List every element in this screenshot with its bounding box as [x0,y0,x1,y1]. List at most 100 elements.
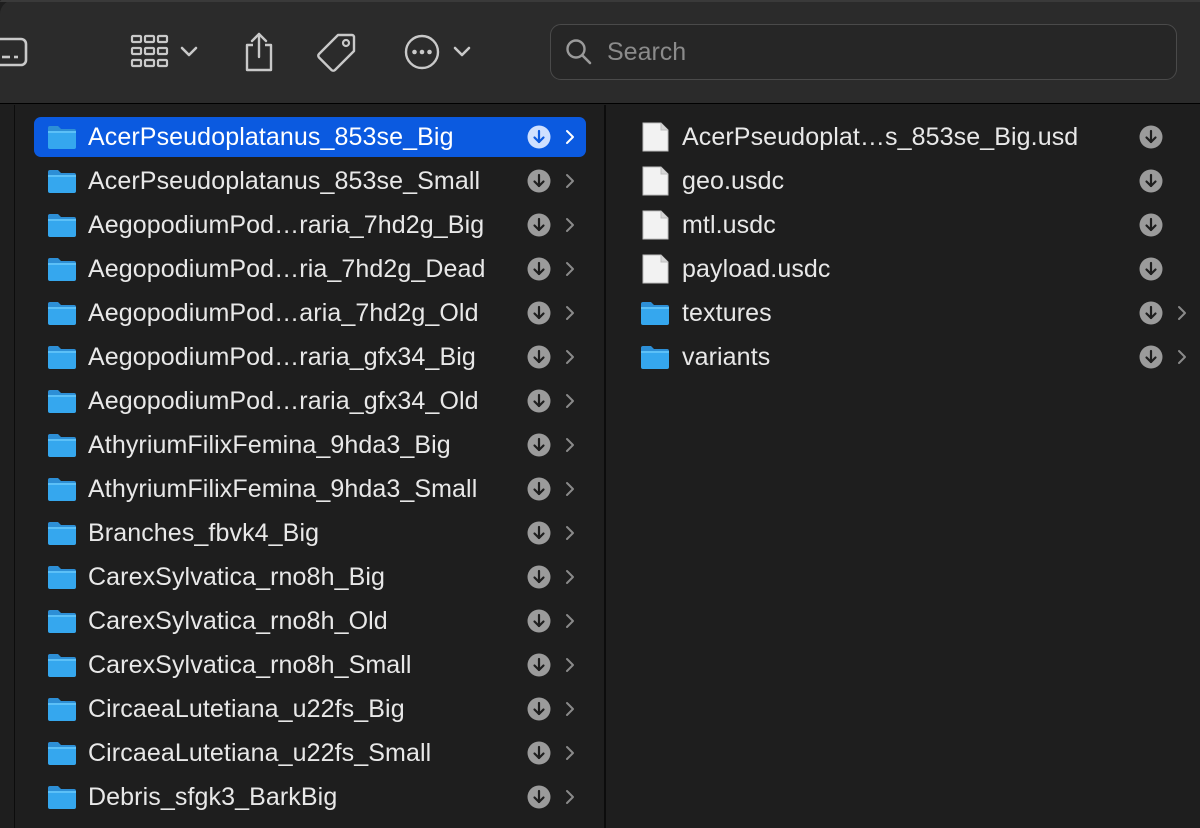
folder-icon [639,342,671,372]
download-icon[interactable] [526,608,552,634]
download-icon[interactable] [526,388,552,414]
search-input[interactable] [607,37,1147,67]
folder-icon [46,782,78,812]
folder-row[interactable]: variants [639,337,1200,377]
download-icon[interactable] [526,344,552,370]
file-row[interactable]: AcerPseudoplat…s_853se_Big.usd [639,117,1200,157]
folder-row[interactable]: AegopodiumPod…raria_gfx34_Old [34,381,586,421]
column-1: AcerPseudoplatanus_853se_Big AcerPseudopl… [0,105,606,828]
chevron-right-icon [560,388,580,414]
item-name: AegopodiumPod…ria_7hd2g_Dead [88,254,486,283]
document-icon [639,166,671,196]
item-name: AcerPseudoplat…s_853se_Big.usd [682,122,1079,151]
download-icon[interactable] [1138,212,1164,238]
folder-icon [46,694,78,724]
download-icon[interactable] [1138,168,1164,194]
item-name: AcerPseudoplatanus_853se_Big [88,122,454,151]
folder-icon [639,298,671,328]
chevron-right-icon [560,564,580,590]
folder-row[interactable]: AegopodiumPod…raria_7hd2g_Big [34,205,586,245]
folder-icon [46,474,78,504]
folder-icon [46,386,78,416]
download-icon[interactable] [526,168,552,194]
download-icon[interactable] [526,300,552,326]
item-name: Branches_fbvk4_Big [88,518,320,547]
chevron-right-icon [560,608,580,634]
item-name: AegopodiumPod…raria_gfx34_Old [88,386,479,415]
item-name: AegopodiumPod…aria_7hd2g_Old [88,298,479,327]
folder-icon [46,254,78,284]
folder-row[interactable]: AegopodiumPod…ria_7hd2g_Dead [34,249,586,289]
chevron-right-icon [560,696,580,722]
folder-icon [46,342,78,372]
folder-row[interactable]: CarexSylvatica_rno8h_Small [34,645,586,685]
folder-row[interactable]: Branches_fbvk4_Big [34,513,586,553]
sidebar-toggle-icon[interactable] [0,30,30,74]
chevron-right-icon [560,256,580,282]
download-icon[interactable] [526,652,552,678]
folder-row[interactable]: AcerPseudoplatanus_853se_Big [34,117,586,157]
folder-icon [46,210,78,240]
folder-row[interactable]: AthyriumFilixFemina_9hda3_Big [34,425,586,465]
folder-row[interactable]: CircaeaLutetiana_u22fs_Small [34,733,586,773]
download-icon[interactable] [526,212,552,238]
tag-icon[interactable] [314,30,360,74]
folder-icon [46,562,78,592]
chevron-right-icon [560,212,580,238]
file-row[interactable]: mtl.usdc [639,205,1200,245]
item-name: CarexSylvatica_rno8h_Big [88,562,386,591]
item-name: variants [682,342,771,371]
download-icon[interactable] [526,432,552,458]
folder-icon [46,606,78,636]
download-icon[interactable] [1138,344,1164,370]
toolbar [0,0,1200,104]
folder-icon [46,430,78,460]
column-0-edge [0,105,15,828]
folder-row[interactable]: CircaeaLutetiana_u22fs_Big [34,689,586,729]
download-icon[interactable] [1138,256,1164,282]
file-row[interactable]: geo.usdc [639,161,1200,201]
chevron-right-icon [1172,300,1192,326]
item-name: AthyriumFilixFemina_9hda3_Small [88,474,478,503]
folder-row[interactable]: AegopodiumPod…raria_gfx34_Big [34,337,586,377]
folder-row[interactable]: AcerPseudoplatanus_853se_Small [34,161,586,201]
folder-icon [46,650,78,680]
chevron-right-icon [560,300,580,326]
folder-row[interactable]: textures [639,293,1200,333]
folder-row[interactable]: Debris_sfgk3_BarkBig [34,777,586,817]
document-icon [639,210,671,240]
more-icon[interactable] [402,30,442,74]
download-icon[interactable] [526,564,552,590]
folder-icon [46,122,78,152]
chevron-down-icon[interactable] [178,30,200,74]
download-icon[interactable] [526,784,552,810]
item-name: geo.usdc [682,166,785,195]
folder-icon [46,738,78,768]
folder-row[interactable]: CarexSylvatica_rno8h_Old [34,601,586,641]
download-icon[interactable] [526,520,552,546]
chevron-down-icon[interactable] [451,30,473,74]
item-name: CircaeaLutetiana_u22fs_Big [88,694,405,723]
search-field[interactable] [550,24,1177,80]
download-icon[interactable] [526,124,552,150]
file-row[interactable]: payload.usdc [639,249,1200,289]
chevron-right-icon [560,784,580,810]
download-icon[interactable] [526,696,552,722]
item-name: textures [682,298,772,327]
download-icon[interactable] [1138,300,1164,326]
folder-row[interactable]: CarexSylvatica_rno8h_Big [34,557,586,597]
download-icon[interactable] [526,740,552,766]
folder-row[interactable]: AegopodiumPod…aria_7hd2g_Old [34,293,586,333]
download-icon[interactable] [526,256,552,282]
chevron-right-icon [560,168,580,194]
folder-row[interactable]: AthyriumFilixFemina_9hda3_Small [34,469,586,509]
share-icon[interactable] [240,30,278,74]
chevron-right-icon [560,344,580,370]
column-2: AcerPseudoplat…s_853se_Big.usd geo.usdc mt… [607,105,1200,828]
view-grid-icon[interactable] [128,30,172,74]
download-icon[interactable] [1138,124,1164,150]
item-name: AthyriumFilixFemina_9hda3_Big [88,430,451,459]
download-icon[interactable] [526,476,552,502]
chevron-right-icon [560,432,580,458]
item-name: mtl.usdc [682,210,776,239]
